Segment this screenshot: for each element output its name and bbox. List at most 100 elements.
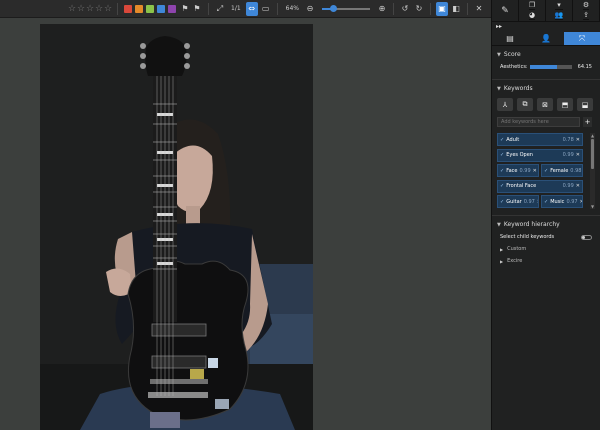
keyword-chip[interactable]: ✓ Adult 0.78 ✕ xyxy=(497,133,583,146)
keyword-chip[interactable]: ✓ Face 0.99 ✕ xyxy=(497,164,539,177)
aesthetics-bar xyxy=(530,65,572,69)
import-keywords-icon[interactable]: ⬒ xyxy=(557,98,573,111)
remove-keyword-icon[interactable]: ✕ xyxy=(576,152,580,158)
keywords-section-header[interactable]: ▼ Keywords xyxy=(492,80,600,95)
remove-keyword-icon[interactable]: ✕ xyxy=(576,137,580,143)
star-icon[interactable]: ☆ xyxy=(95,2,103,16)
select-child-row: Select child keywords xyxy=(492,231,600,243)
check-icon: ✓ xyxy=(500,136,505,143)
keyword-chip[interactable]: ✓ Frontal Face 0.99 ✕ xyxy=(497,179,583,193)
top-toolbar: ☆ ☆ ☆ ☆ ☆ ⚑ ⚑ ⤢ 1/1 ⇔ ▭ 64% ⊖ ⊕ ↺ ↻ ▣ ◧ ✕ xyxy=(0,0,491,18)
magnify-plus-icon[interactable]: ⊕ xyxy=(376,2,388,16)
keyword-chip[interactable]: ✓ Eyes Open 0.99 ✕ xyxy=(497,148,583,162)
remove-keyword-icon[interactable]: ✕ xyxy=(533,168,537,174)
star-icon[interactable]: ☆ xyxy=(68,2,76,16)
scroll-down-icon[interactable]: ▼ xyxy=(590,204,595,209)
palette-icon[interactable]: ◕ xyxy=(528,11,536,21)
tab-info[interactable]: ▤ xyxy=(492,32,528,45)
divider xyxy=(393,2,394,15)
keyword-confidence: 0.99 xyxy=(562,183,574,189)
caret-down-icon: ▼ xyxy=(497,51,501,58)
keyword-name: Guitar xyxy=(506,198,522,205)
keyword-name: Female xyxy=(550,167,569,174)
color-label-swatch[interactable] xyxy=(168,4,176,13)
edit-icon[interactable]: ✎ xyxy=(492,0,519,21)
divider xyxy=(467,2,468,15)
tab-people[interactable]: 👤 xyxy=(528,32,564,45)
tree-item-label: Excire xyxy=(507,258,523,264)
remove-keywords-icon[interactable]: ⊠ xyxy=(537,98,553,111)
keyword-chip[interactable]: ✓Guitar0.97✕ xyxy=(497,195,539,208)
fill-frame-icon[interactable]: ▭ xyxy=(260,2,272,16)
reject-flag-icon[interactable]: ⚑ xyxy=(191,2,203,16)
star-icon[interactable]: ☆ xyxy=(86,2,94,16)
keyword-list: ✓ Adult 0.78 ✕ ✓ Eyes Open 0.99 ✕ ✓ Face 0.99 ✕ ✓ Fem… xyxy=(497,133,595,209)
tag-icon[interactable]: ▾ xyxy=(554,1,564,10)
color-label-swatch[interactable] xyxy=(157,4,165,13)
close-icon[interactable]: ✕ xyxy=(473,2,485,16)
color-label-swatch[interactable] xyxy=(135,4,143,13)
remove-keyword-icon[interactable]: ✕ xyxy=(580,199,582,205)
color-label-swatch[interactable] xyxy=(124,4,132,13)
image-viewer[interactable] xyxy=(0,18,491,430)
hierarchy-title: Keyword hierarchy xyxy=(503,221,560,228)
expand-toggle[interactable]: ▸▸ xyxy=(492,22,600,32)
remove-keyword-icon[interactable]: ✕ xyxy=(537,199,538,205)
check-icon: ✓ xyxy=(500,198,505,205)
keyword-chip[interactable]: ✓Female0.98✕ xyxy=(541,164,583,177)
keyword-confidence: 0.99 xyxy=(519,167,531,174)
auto-keyword-icon[interactable]: ⅄ xyxy=(497,98,513,111)
zoom-level: 64% xyxy=(285,5,299,12)
single-view-icon[interactable]: ▣ xyxy=(436,1,448,16)
zoom-slider[interactable] xyxy=(322,4,370,12)
add-keyword-button[interactable]: + xyxy=(583,117,592,127)
compare-view-icon[interactable]: ◧ xyxy=(450,2,462,16)
keyword-name: Face xyxy=(506,167,518,174)
share-icon[interactable]: ⇪ xyxy=(582,11,590,21)
keyword-chip[interactable]: ✓Music0.97✕ xyxy=(541,195,583,208)
select-child-toggle[interactable] xyxy=(581,234,592,240)
keyword-name: Adult xyxy=(506,136,520,143)
rating-stars: ☆ ☆ ☆ ☆ ☆ xyxy=(68,2,112,16)
remove-keyword-icon[interactable]: ✕ xyxy=(576,183,580,189)
fit-screen-icon[interactable]: ⤢ xyxy=(214,2,226,16)
expand-arrow-icon[interactable]: ▶ xyxy=(500,259,503,264)
copy-icon[interactable]: ❐ xyxy=(528,1,536,10)
settings-icon[interactable]: ⚙ xyxy=(582,1,590,10)
color-label-swatch[interactable] xyxy=(146,4,154,13)
photo xyxy=(40,24,313,430)
tab-ai-keywords[interactable]: ⤧ xyxy=(564,32,600,45)
keywords-title: Keywords xyxy=(503,85,533,92)
keyword-input[interactable] xyxy=(497,117,580,127)
divider xyxy=(430,2,431,15)
fit-button-icon[interactable]: ⇔ xyxy=(245,1,258,16)
tree-item-label: Custom xyxy=(507,246,527,252)
magnify-minus-icon[interactable]: ⊖ xyxy=(304,2,316,16)
aesthetics-row: Aesthetics: 64.15 xyxy=(492,61,600,73)
hierarchy-section-header[interactable]: ▼ Keyword hierarchy xyxy=(492,216,600,231)
keyword-name: Frontal Face xyxy=(506,183,537,189)
scroll-up-icon[interactable]: ▲ xyxy=(590,133,595,138)
check-icon: ✓ xyxy=(500,183,505,189)
tree-item[interactable]: ▶ Custom xyxy=(492,243,600,255)
copy-keywords-icon[interactable]: ⧉ xyxy=(517,98,533,111)
keyword-row: ✓ Eyes Open 0.99 ✕ xyxy=(497,148,583,162)
check-icon: ✓ xyxy=(544,198,549,205)
keyword-row: ✓ Frontal Face 0.99 ✕ xyxy=(497,179,583,193)
star-icon[interactable]: ☆ xyxy=(77,2,85,16)
rotate-right-icon[interactable]: ↻ xyxy=(413,2,425,16)
score-section-header[interactable]: ▼ Score xyxy=(492,46,600,61)
people-icon[interactable]: 👥 xyxy=(554,11,564,21)
export-keywords-icon[interactable]: ⬓ xyxy=(577,98,593,111)
expand-arrow-icon[interactable]: ▶ xyxy=(500,247,503,252)
star-icon[interactable]: ☆ xyxy=(104,2,112,16)
check-icon: ✓ xyxy=(500,152,505,158)
keyword-row: ✓Guitar0.97✕✓Music0.97✕ xyxy=(497,195,583,208)
keyword-scrollbar[interactable]: ▲ ▼ xyxy=(590,133,595,209)
divider xyxy=(208,2,209,15)
tree-item[interactable]: ▶ Excire xyxy=(492,255,600,267)
rotate-left-icon[interactable]: ↺ xyxy=(399,2,411,16)
scrollbar-thumb[interactable] xyxy=(591,139,594,169)
flag-icon[interactable]: ⚑ xyxy=(179,2,191,16)
page-counter: 1/1 xyxy=(231,5,241,12)
